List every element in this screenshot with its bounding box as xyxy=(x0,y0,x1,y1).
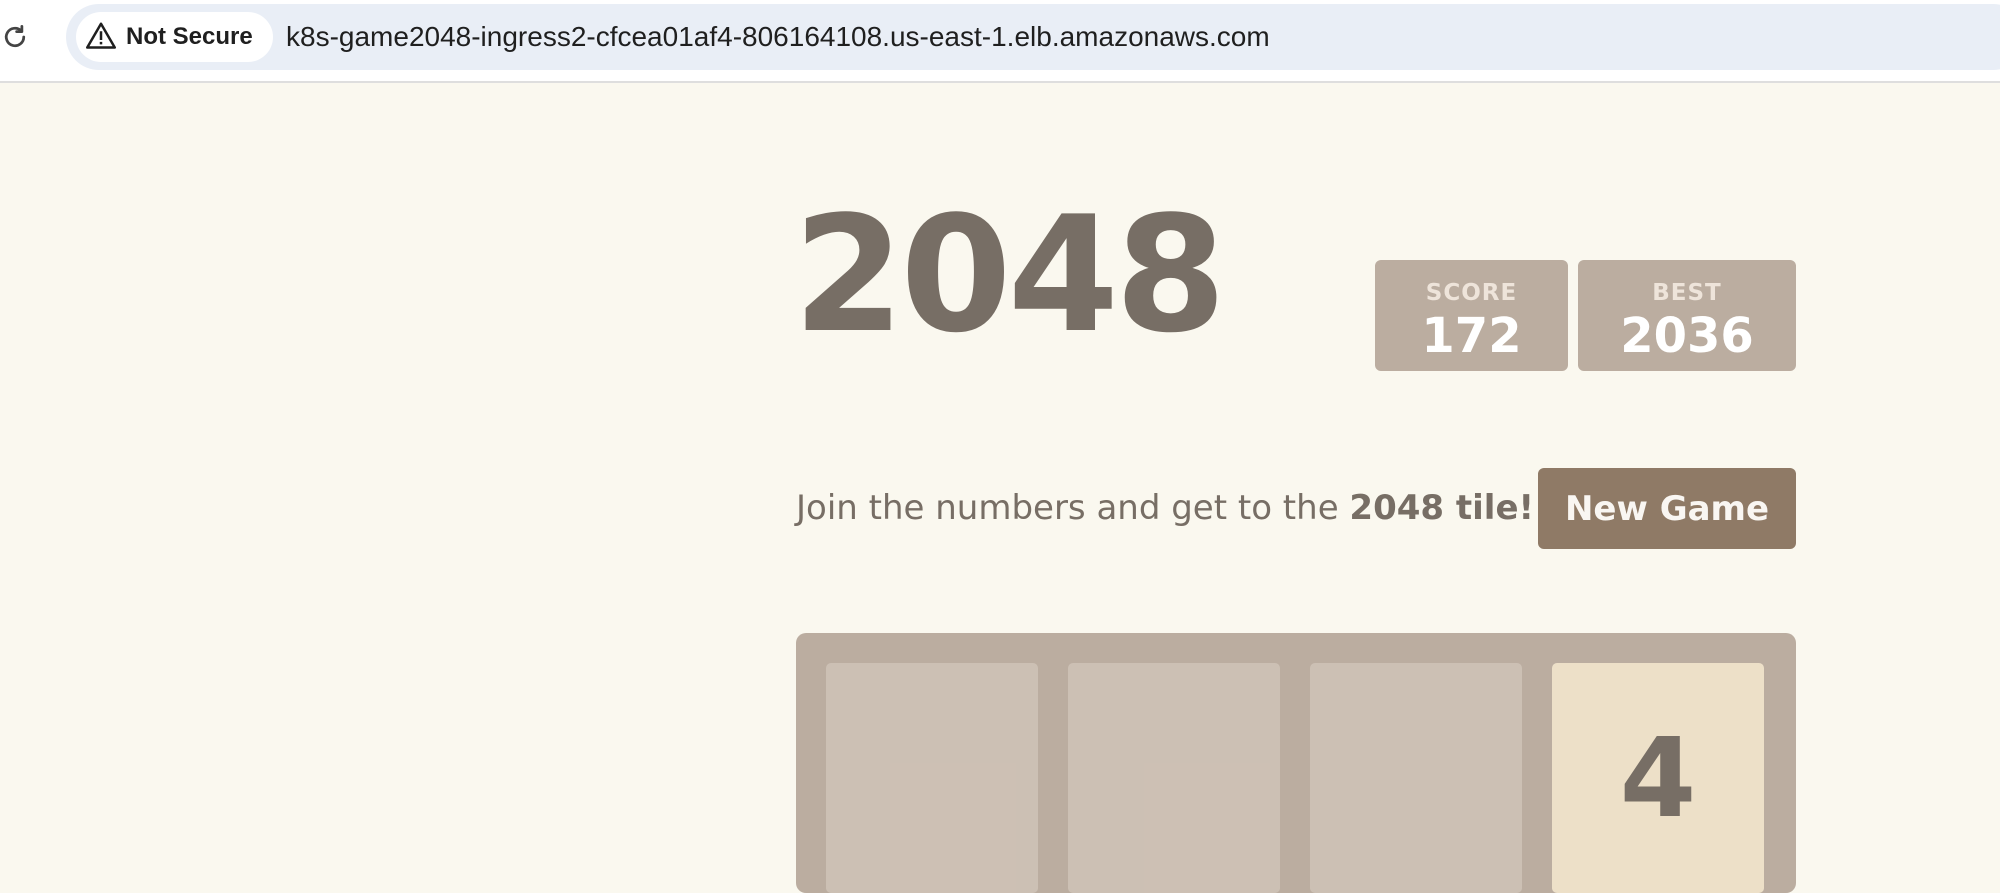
warning-icon xyxy=(86,21,116,53)
security-indicator[interactable]: Not Secure xyxy=(76,12,273,62)
new-game-button[interactable]: New Game xyxy=(1538,468,1796,549)
score-container: SCORE 172 xyxy=(1375,260,1568,371)
reload-icon[interactable] xyxy=(0,22,30,52)
grid-cell xyxy=(1310,663,1522,893)
security-label: Not Secure xyxy=(126,23,253,50)
score-value: 172 xyxy=(1421,308,1522,364)
intro-text: Join the numbers and get to the xyxy=(796,488,1350,528)
best-label: BEST xyxy=(1652,280,1722,306)
game-intro: Join the numbers and get to the 2048 til… xyxy=(796,488,1534,528)
grid-cell xyxy=(1068,663,1280,893)
best-value: 2036 xyxy=(1620,308,1754,364)
url-text[interactable]: k8s-game2048-ingress2-cfcea01af4-8061641… xyxy=(286,4,1270,70)
best-container: BEST 2036 xyxy=(1578,260,1796,371)
tile: 4 xyxy=(1552,663,1764,893)
address-bar[interactable]: Not Secure k8s-game2048-ingress2-cfcea01… xyxy=(66,4,2000,70)
game-board[interactable]: 4 xyxy=(796,633,1796,893)
intro-bold: 2048 tile! xyxy=(1349,488,1535,528)
browser-toolbar: Not Secure k8s-game2048-ingress2-cfcea01… xyxy=(0,0,2000,83)
grid-cell xyxy=(826,663,1038,893)
score-label: SCORE xyxy=(1425,280,1518,306)
game-title: 2048 xyxy=(793,181,1226,368)
